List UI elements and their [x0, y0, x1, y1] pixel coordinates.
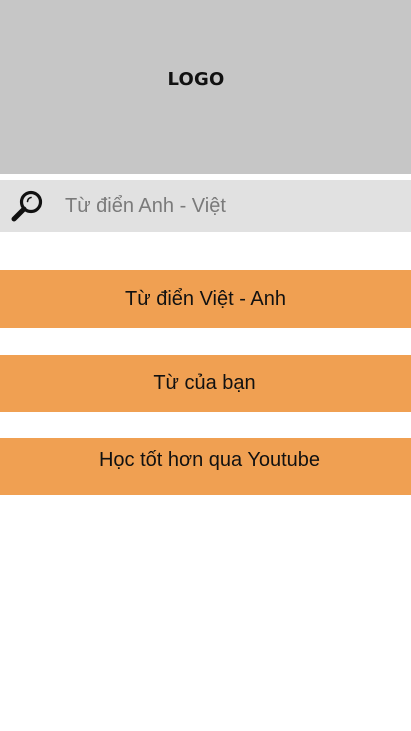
search-bar[interactable] — [0, 180, 411, 232]
logo: LOGO — [167, 68, 225, 90]
search-input[interactable] — [65, 180, 395, 232]
vietnamese-english-dictionary-label: Từ điển Việt - Anh — [125, 287, 286, 310]
vietnamese-english-dictionary-button[interactable]: Từ điển Việt - Anh — [0, 270, 411, 328]
learn-via-youtube-label: Học tốt hơn qua Youtube — [98, 449, 321, 471]
your-words-label: Từ của bạn — [153, 372, 256, 394]
your-words-button[interactable]: Từ của bạn — [0, 355, 411, 412]
learn-via-youtube-button[interactable]: Học tốt hơn qua Youtube — [0, 438, 411, 495]
app-screen: LOGO Từ điển Việt - Anh Từ của bạn Học t… — [0, 0, 411, 731]
search-icon[interactable] — [10, 189, 44, 223]
logo-banner: LOGO — [0, 0, 411, 174]
